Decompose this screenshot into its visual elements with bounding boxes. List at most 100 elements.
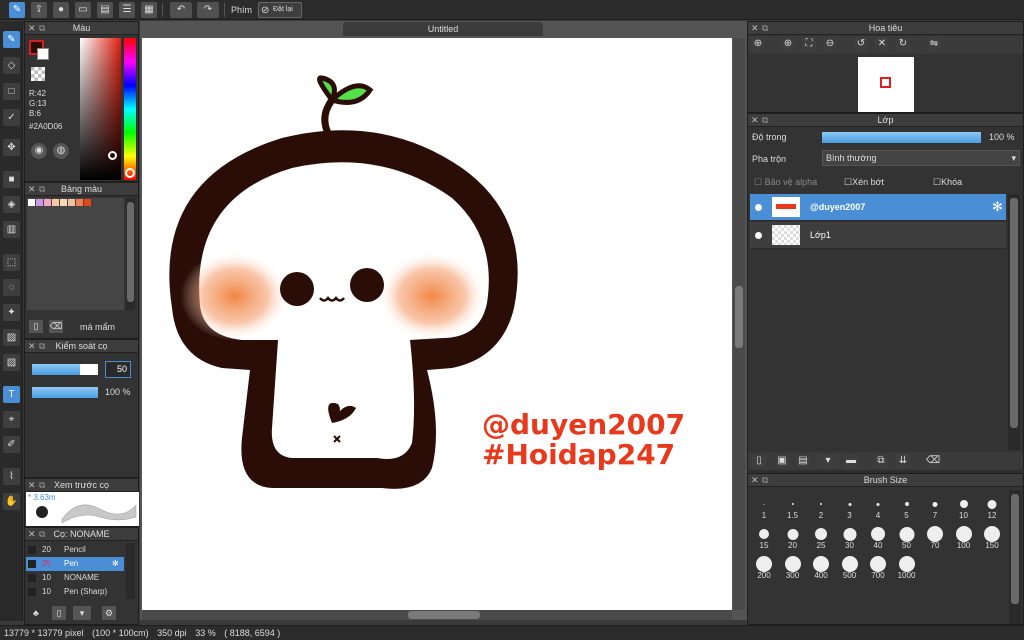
clipping-checkbox[interactable]: ☐Xén bớt	[844, 177, 884, 188]
new-layer-icon[interactable]: ▯	[752, 454, 766, 468]
palette-swatch[interactable]	[36, 199, 43, 206]
move-tool-icon[interactable]: ✥	[3, 139, 20, 156]
brush-size-preset[interactable]: 70	[921, 522, 949, 550]
add-palette-icon[interactable]: ▯	[29, 320, 43, 333]
palette-icon[interactable]: ◉	[31, 143, 47, 159]
brush-size-preset[interactable]: 100	[950, 522, 978, 550]
zoom-in-2-icon[interactable]: ⊕	[781, 37, 795, 51]
brush-size-scrollbar[interactable]	[1009, 490, 1021, 624]
select-tool-icon[interactable]: ⬚	[3, 254, 20, 271]
brush-size-preset[interactable]: 12	[978, 492, 1006, 520]
brush-size-preset[interactable]: 10	[950, 492, 978, 520]
fit-screen-icon[interactable]: ⛶	[802, 37, 816, 51]
close-icon[interactable]: ✕	[28, 340, 36, 353]
brush-size-preset[interactable]: 25	[807, 522, 835, 550]
dropper-icon[interactable]: ⌇	[3, 468, 20, 485]
brush-add-icon[interactable]: ♣	[29, 606, 43, 620]
reset-button[interactable]: ⊘ Đặt lại	[258, 2, 302, 18]
visibility-icon[interactable]	[755, 232, 762, 239]
zoom-in-icon[interactable]: ⊕	[751, 37, 765, 51]
zoom-out-icon[interactable]: ⊖	[823, 37, 837, 51]
color-picker-cursor[interactable]	[108, 151, 117, 160]
color-wheel-icon[interactable]: ◍	[53, 143, 69, 159]
close-icon[interactable]: ✕	[28, 528, 36, 541]
layer-row-lop1[interactable]: Lớp1	[750, 222, 1006, 249]
list-icon[interactable]: ☰	[119, 2, 135, 18]
close-icon[interactable]: ✕	[28, 183, 36, 196]
layer-menu-icon[interactable]: ▾	[817, 454, 839, 468]
navigator-viewport-box[interactable]	[880, 77, 891, 88]
brush-size-preset[interactable]: 50	[893, 522, 921, 550]
brush-size-preset[interactable]: 1	[750, 492, 778, 520]
gear-icon[interactable]: ✻	[112, 557, 119, 571]
brush-row-pen[interactable]: 25 Pen ✻	[26, 557, 124, 571]
close-icon[interactable]: ✕	[751, 114, 759, 127]
brush-size-preset[interactable]: 1.5	[779, 492, 807, 520]
palette-swatch[interactable]	[84, 199, 91, 206]
undo-icon[interactable]: ↶	[170, 2, 192, 18]
brush-size-preset[interactable]: 500	[836, 552, 864, 580]
brush-row-pencil[interactable]: 20 Pencil	[26, 543, 124, 557]
brush-size-slider[interactable]	[32, 364, 98, 375]
merge-layer-icon[interactable]: ⇊	[896, 454, 910, 468]
bucket-tool-icon[interactable]: ◈	[3, 196, 20, 213]
undock-icon[interactable]: ⧉	[39, 183, 45, 196]
reset-view-icon[interactable]: ✕	[875, 37, 889, 51]
canvas-horizontal-scrollbar[interactable]	[142, 610, 732, 620]
layout-icon[interactable]: ▦	[141, 2, 157, 18]
brush-settings-icon[interactable]: ✎	[9, 2, 25, 18]
brush-size-input[interactable]: 50	[105, 361, 131, 378]
brush-size-preset[interactable]: 30	[836, 522, 864, 550]
brush-row-noname[interactable]: 10 NONAME	[26, 571, 124, 585]
brush-menu-icon[interactable]: ▾	[73, 606, 91, 620]
brush-size-preset[interactable]: 150	[978, 522, 1006, 550]
transparent-color-icon[interactable]	[31, 67, 45, 81]
undock-icon[interactable]: ⧉	[762, 22, 768, 35]
rotate-right-icon[interactable]: ↻	[896, 37, 910, 51]
close-icon[interactable]: ✕	[28, 22, 36, 35]
brush-size-preset[interactable]: 200	[750, 552, 778, 580]
magic-wand-icon[interactable]: ✦	[3, 304, 20, 321]
undock-icon[interactable]: ⧉	[39, 340, 45, 353]
undock-icon[interactable]: ⧉	[39, 479, 45, 492]
undock-icon[interactable]: ⧉	[39, 528, 45, 541]
brush-size-preset[interactable]: 40	[864, 522, 892, 550]
layer-row-duyen2007[interactable]: @duyen2007 ✻	[750, 194, 1006, 221]
document-icon[interactable]: ▤	[97, 2, 113, 18]
navigator-thumbnail[interactable]	[858, 57, 914, 112]
select-pen-icon[interactable]: ▨	[3, 329, 20, 346]
lock-checkbox[interactable]: ☐Khóa	[933, 177, 962, 188]
palette-swatch[interactable]	[76, 199, 83, 206]
close-icon[interactable]: ✕	[751, 474, 759, 487]
palette-swatch[interactable]	[52, 199, 59, 206]
undock-icon[interactable]: ⧉	[762, 474, 768, 487]
share-icon[interactable]: ⇪	[31, 2, 47, 18]
drawing-canvas[interactable]: @duyen2007 #Hoidap247	[142, 38, 732, 610]
redo-icon[interactable]: ↷	[197, 2, 219, 18]
brush-size-preset[interactable]: 300	[779, 552, 807, 580]
chat-icon[interactable]: ●	[53, 2, 69, 18]
canvas-vertical-scrollbar[interactable]	[733, 38, 745, 610]
undock-icon[interactable]: ⧉	[762, 114, 768, 127]
brush-size-preset[interactable]: 400	[807, 552, 835, 580]
delete-palette-icon[interactable]: ⌫	[49, 320, 63, 333]
eyedropper-tool-icon[interactable]: ✐	[3, 436, 20, 453]
visibility-icon[interactable]	[755, 204, 762, 211]
flip-icon[interactable]: ⇋	[927, 37, 941, 51]
duplicate-layer-icon[interactable]: ⧉	[874, 454, 888, 468]
undock-icon[interactable]: ⧉	[39, 22, 45, 35]
brush-row-pen-sharp[interactable]: 10 Pen (Sharp)	[26, 585, 124, 599]
text-tool-icon[interactable]: T	[3, 386, 20, 403]
eraser-tool-icon[interactable]: ◇	[3, 57, 20, 74]
brush-opacity-slider[interactable]	[32, 387, 98, 398]
folder-icon[interactable]: ▬	[844, 454, 858, 468]
background-color-swatch[interactable]	[37, 48, 49, 60]
brush-size-preset[interactable]: 1000	[893, 552, 921, 580]
brush-tool-icon[interactable]: ✎	[3, 31, 20, 48]
correction-tool-icon[interactable]: ✓	[3, 109, 20, 126]
layers-scrollbar[interactable]	[1008, 194, 1020, 450]
brush-size-preset[interactable]: 7	[921, 492, 949, 520]
import-image-icon[interactable]: ▤	[796, 454, 810, 468]
hand-tool-icon[interactable]: ✋	[3, 493, 20, 510]
protect-alpha-checkbox[interactable]: ☐ Bảo vệ alpha	[754, 177, 817, 188]
